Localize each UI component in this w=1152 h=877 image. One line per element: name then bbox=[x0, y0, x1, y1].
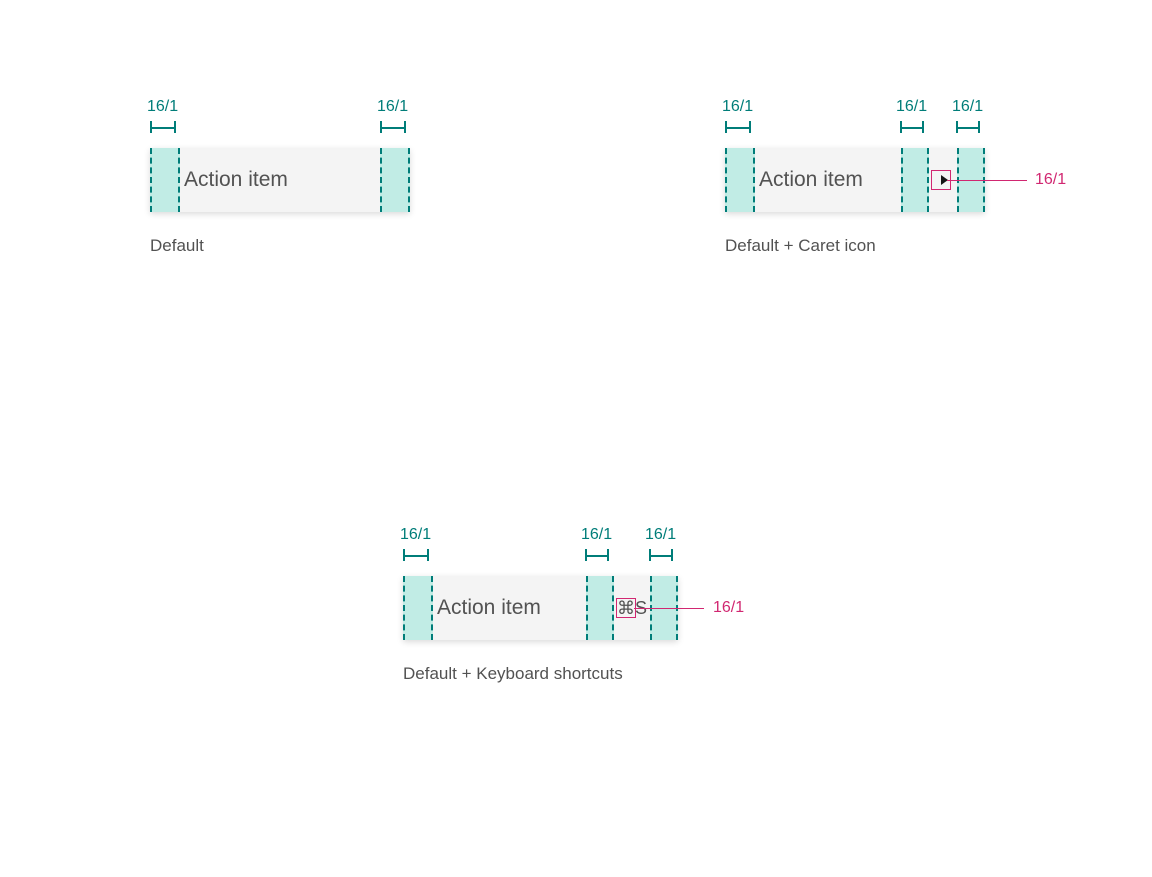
callout-line bbox=[634, 608, 704, 609]
spacing-token-label: 16/1 bbox=[722, 98, 753, 116]
example-shortcuts: 16/1 Action item 16/1 ⌘S 16/1 16/1 Defau… bbox=[403, 576, 678, 684]
example-caret: 16/1 Action item 16/1 16/1 16/1 Default … bbox=[725, 148, 985, 256]
spacing-token-label: 16/1 bbox=[952, 98, 983, 116]
action-item-label: Action item bbox=[433, 596, 541, 620]
spacing-bracket bbox=[723, 120, 753, 134]
spacing-bracket bbox=[954, 120, 982, 134]
caption-default: Default bbox=[150, 236, 410, 256]
callout-label: 16/1 bbox=[713, 599, 744, 617]
spacing-token-label: 16/1 bbox=[377, 98, 408, 116]
menu-item: 16/1 Action item 16/1 16/1 bbox=[725, 148, 985, 212]
padding-left-spec: 16/1 bbox=[403, 576, 433, 640]
menu-item: 16/1 Action item 16/1 bbox=[150, 148, 410, 212]
callout-label: 16/1 bbox=[1035, 171, 1066, 189]
padding-right-spec: 16/1 bbox=[380, 148, 410, 212]
spacing-bracket bbox=[583, 548, 611, 562]
caption-shortcuts: Default + Keyboard shortcuts bbox=[403, 664, 678, 684]
spacing-token-label: 16/1 bbox=[896, 98, 927, 116]
spacing-bracket bbox=[898, 120, 926, 134]
action-item-label: Action item bbox=[180, 168, 288, 192]
spacing-bracket bbox=[401, 548, 431, 562]
spacing-token-label: 16/1 bbox=[147, 98, 178, 116]
spacing-bracket bbox=[148, 120, 178, 134]
shortcut-gap-spec: 16/1 bbox=[586, 576, 614, 640]
padding-left-spec: 16/1 bbox=[150, 148, 180, 212]
padding-left-spec: 16/1 bbox=[725, 148, 755, 212]
callout-line bbox=[947, 180, 1027, 181]
spacing-token-label: 16/1 bbox=[645, 526, 676, 544]
spacing-token-label: 16/1 bbox=[581, 526, 612, 544]
action-item-label: Action item bbox=[755, 168, 863, 192]
spacing-bracket bbox=[647, 548, 675, 562]
icon-gap-spec: 16/1 bbox=[901, 148, 929, 212]
example-default: 16/1 Action item 16/1 Default bbox=[150, 148, 410, 256]
spacing-token-label: 16/1 bbox=[400, 526, 431, 544]
spacing-bracket bbox=[378, 120, 408, 134]
caption-caret: Default + Caret icon bbox=[725, 236, 985, 256]
